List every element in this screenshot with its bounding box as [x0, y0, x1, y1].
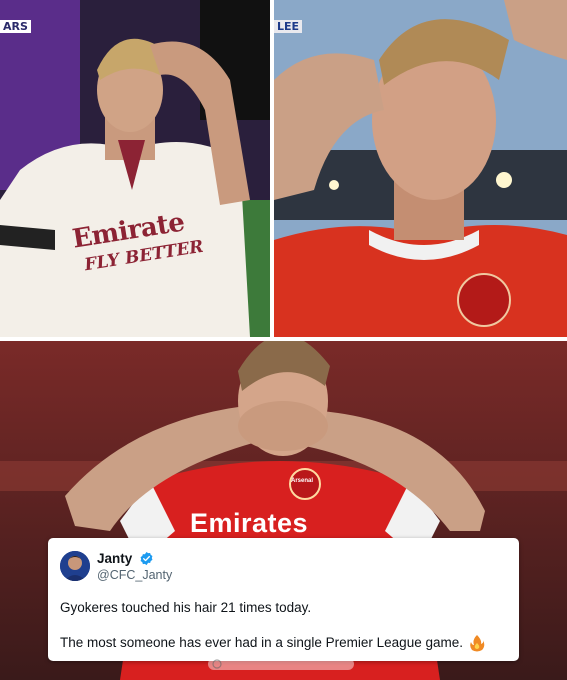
- team-badge-ars: ARS: [0, 20, 31, 33]
- tweet-author-handle[interactable]: @CFC_Janty: [97, 568, 172, 582]
- verified-badge-icon: [140, 551, 153, 566]
- photo-top-right: [274, 0, 567, 337]
- avatar[interactable]: [60, 551, 90, 581]
- photo-top-left: [0, 0, 270, 337]
- watermark-graphic: [208, 658, 354, 670]
- tweet-text-line-1: Gyokeres touched his hair 21 times today…: [60, 600, 312, 615]
- tweet-author-name[interactable]: Janty: [97, 551, 132, 566]
- shirt-sponsor-text-bottom: Emirates: [190, 508, 309, 538]
- fire-icon: [470, 635, 485, 652]
- tweet-card[interactable]: Janty @CFC_Janty Gyokeres touched his ha…: [48, 538, 519, 661]
- team-badge-lee: LEE: [274, 20, 303, 33]
- club-crest-label: Arsenal: [291, 478, 314, 484]
- tweet-text-line-2: The most someone has ever had in a singl…: [60, 635, 463, 650]
